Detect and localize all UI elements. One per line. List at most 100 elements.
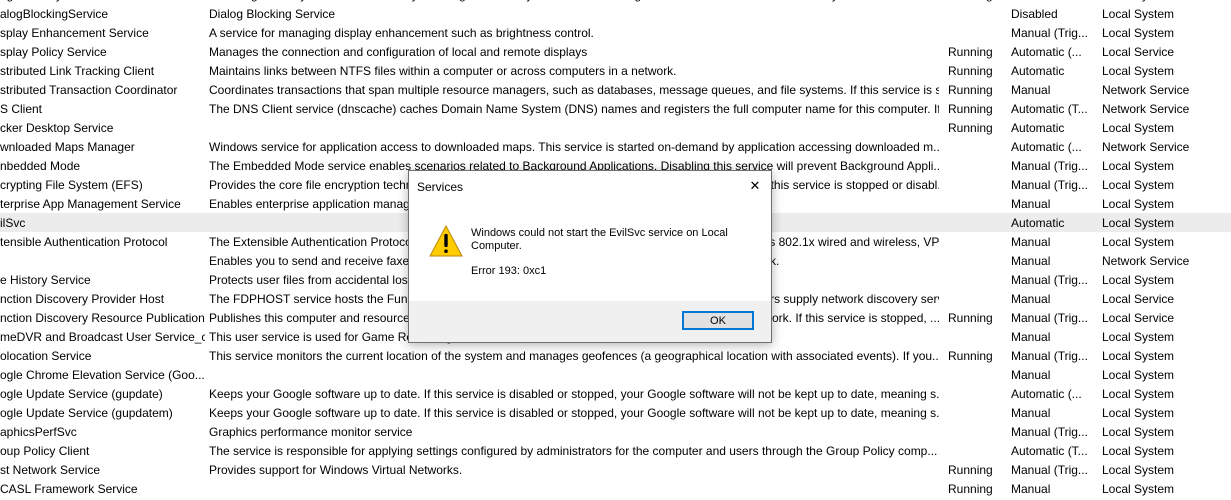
service-row[interactable]: ogle Update Service (gupdate) Keeps your … <box>0 384 1231 403</box>
service-startup-type: Manual (Trig... <box>1011 349 1088 363</box>
service-name: aphicsPerfSvc <box>0 425 77 439</box>
service-name: splay Enhancement Service <box>0 26 149 40</box>
service-row[interactable]: stributed Transaction Coordinator Coordin… <box>0 80 1231 99</box>
service-log-on-as: Network Service <box>1102 102 1190 116</box>
service-row[interactable]: splay Enhancement Service A service for m… <box>0 23 1231 42</box>
dialog-title: Services <box>417 180 464 194</box>
service-log-on-as: Local System <box>1102 425 1175 439</box>
service-status: Running <box>948 102 993 116</box>
service-log-on-as: Local System <box>1102 463 1175 477</box>
service-startup-type: Automatic (T... <box>1011 444 1088 458</box>
service-name: olocation Service <box>0 349 92 363</box>
service-row[interactable]: alogBlockingService Dialog Blocking Servi… <box>0 4 1231 23</box>
service-row[interactable]: cker Desktop Service Running Automatic Loca… <box>0 118 1231 137</box>
service-startup-type: Automatic (... <box>1011 387 1082 401</box>
service-description: Graphics performance monitor service <box>209 425 413 439</box>
service-startup-type: Manual <box>1011 254 1051 268</box>
service-log-on-as: Network Service <box>1102 83 1190 97</box>
service-description: Provides support for Windows Virtual Net… <box>209 463 463 477</box>
service-description: Manages the connection and configuration… <box>209 45 588 59</box>
service-status: Running <box>948 0 1008 2</box>
service-description: Maintains links between NTFS files withi… <box>209 64 677 78</box>
service-startup-type: Automatic (... <box>1011 45 1082 59</box>
service-name: ogle Update Service (gupdatem) <box>0 406 173 420</box>
service-log-on-as: Network Service <box>1102 140 1190 154</box>
service-name: crypting File System (EFS) <box>0 178 143 192</box>
service-name: alogBlockingService <box>0 7 109 21</box>
service-name: meDVR and Broadcast User Service_c... <box>0 330 205 344</box>
service-description: This service monitors the current locati… <box>209 349 939 363</box>
service-log-on-as: Local System <box>1102 349 1175 363</box>
dialog-message: Windows could not start the EvilSvc serv… <box>471 227 728 252</box>
service-status: Running <box>948 463 993 477</box>
service-row[interactable]: S Client The DNS Client service (dnscache… <box>0 99 1231 118</box>
service-row[interactable]: splay Policy Service Manages the connecti… <box>0 42 1231 61</box>
service-log-on-as: Local System <box>1102 159 1175 173</box>
service-name: nction Discovery Resource Publication <box>0 311 205 325</box>
service-row[interactable]: aphicsPerfSvc Graphics performance monito… <box>0 422 1231 441</box>
service-description: Dialog Blocking Service <box>209 7 336 21</box>
service-startup-type: Manual <box>1011 197 1051 211</box>
service-name: nbedded Mode <box>0 159 81 173</box>
service-log-on-as: Local System <box>1102 273 1175 287</box>
service-log-on-as: Local Service <box>1102 292 1175 306</box>
service-startup-type: Manual (Trig... <box>1011 311 1088 325</box>
service-startup-type: Manual <box>1011 83 1051 97</box>
service-name: ogle Chrome Elevation Service (Goo... <box>0 368 205 382</box>
ok-button[interactable]: OK <box>682 311 754 330</box>
service-log-on-as: Local System <box>1102 368 1175 382</box>
service-log-on-as: Local System <box>1102 64 1175 78</box>
service-name: e History Service <box>0 273 91 287</box>
service-status: Running <box>948 349 993 363</box>
service-log-on-as: Local System <box>1102 26 1175 40</box>
service-log-on-as: Local System <box>1102 216 1175 230</box>
service-log-on-as: Local System <box>1102 178 1175 192</box>
service-log-on-as: Network Service <box>1102 254 1190 268</box>
service-name: S Client <box>0 102 43 116</box>
service-row[interactable]: wnloaded Maps Manager Windows service for… <box>0 137 1231 156</box>
service-name: stributed Transaction Coordinator <box>0 83 178 97</box>
service-name: st Network Service <box>0 463 101 477</box>
service-startup-type: Manual (Trig... <box>1011 425 1088 439</box>
service-description: The DNS Client service (dnscache) caches… <box>209 102 939 116</box>
service-status: Running <box>948 45 993 59</box>
service-log-on-as: Local System <box>1102 387 1175 401</box>
service-log-on-as: Local System <box>1102 235 1175 249</box>
service-description: The Diagnostic System Host is used by th… <box>209 0 939 2</box>
dialog-button-bar: OK <box>409 301 771 342</box>
service-status: Running <box>948 311 993 325</box>
service-row[interactable]: st Network Service Provides support for W… <box>0 460 1231 479</box>
service-name: stributed Link Tracking Client <box>0 64 155 78</box>
service-name: terprise App Management Service <box>0 197 181 211</box>
service-row[interactable]: oup Policy Client The service is responsi… <box>0 441 1231 460</box>
service-startup-type: Manual <box>1011 0 1097 2</box>
service-row[interactable]: ogle Update Service (gupdatem) Keeps your… <box>0 403 1231 422</box>
dialog-titlebar[interactable]: Services ✕ <box>409 171 771 201</box>
service-startup-type: Automatic (... <box>1011 140 1082 154</box>
service-log-on-as: Local System <box>1102 330 1175 344</box>
service-row[interactable]: stributed Link Tracking Client Maintains … <box>0 61 1231 80</box>
service-row[interactable]: olocation Service This service monitors t… <box>0 346 1231 365</box>
close-icon: ✕ <box>749 178 761 193</box>
service-startup-type: Manual <box>1011 368 1051 382</box>
service-status: Running <box>948 121 993 135</box>
service-log-on-as: Local System <box>1102 444 1175 458</box>
service-name: oup Policy Client <box>0 444 90 458</box>
service-row[interactable]: CASL Framework Service Running Manual Local… <box>0 479 1231 498</box>
service-description: Coordinates transactions that span multi… <box>209 83 939 97</box>
service-log-on-as: Local Service <box>1102 311 1175 325</box>
close-button[interactable]: ✕ <box>739 171 771 201</box>
service-log-on-as: Local System <box>1102 406 1175 420</box>
service-name: ogle Update Service (gupdate) <box>0 387 163 401</box>
service-name: tensible Authentication Protocol <box>0 235 168 249</box>
service-name: nction Discovery Provider Host <box>0 292 165 306</box>
service-log-on-as: Local System <box>1102 197 1175 211</box>
service-row[interactable]: ogle Chrome Elevation Service (Goo... Man… <box>0 365 1231 384</box>
service-startup-type: Manual (Trig... <box>1011 178 1088 192</box>
service-startup-type: Manual (Trig... <box>1011 273 1088 287</box>
service-startup-type: Manual <box>1011 235 1051 249</box>
dialog-error-code: Error 193: 0xc1 <box>471 265 547 277</box>
service-startup-type: Manual (Trig... <box>1011 159 1088 173</box>
service-log-on-as: Local System <box>1102 121 1175 135</box>
service-startup-type: Automatic <box>1011 121 1065 135</box>
